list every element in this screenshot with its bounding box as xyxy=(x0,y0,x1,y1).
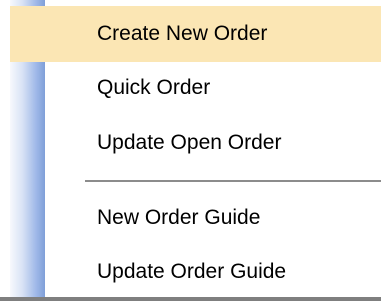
context-menu: Create New Order Quick Order Update Open… xyxy=(0,0,381,301)
menu-item-create-new-order[interactable]: Create New Order xyxy=(10,6,381,62)
menu-edge xyxy=(0,0,3,301)
menu-item-label: Update Open Order xyxy=(97,131,282,154)
menu-item-label: Update Order Guide xyxy=(97,260,287,283)
menu-item-update-open-order[interactable]: Update Open Order xyxy=(45,115,381,171)
menu-item-update-order-guide[interactable]: Update Order Guide xyxy=(45,244,381,300)
menu-bottom-border xyxy=(0,297,381,301)
menu-item-label: Quick Order xyxy=(97,76,211,99)
menu-separator xyxy=(85,180,381,183)
menu-item-label: New Order Guide xyxy=(97,206,261,229)
menu-item-label: Create New Order xyxy=(97,22,268,45)
menu-item-new-order-guide[interactable]: New Order Guide xyxy=(45,190,381,246)
menu-item-quick-order[interactable]: Quick Order xyxy=(45,60,381,116)
